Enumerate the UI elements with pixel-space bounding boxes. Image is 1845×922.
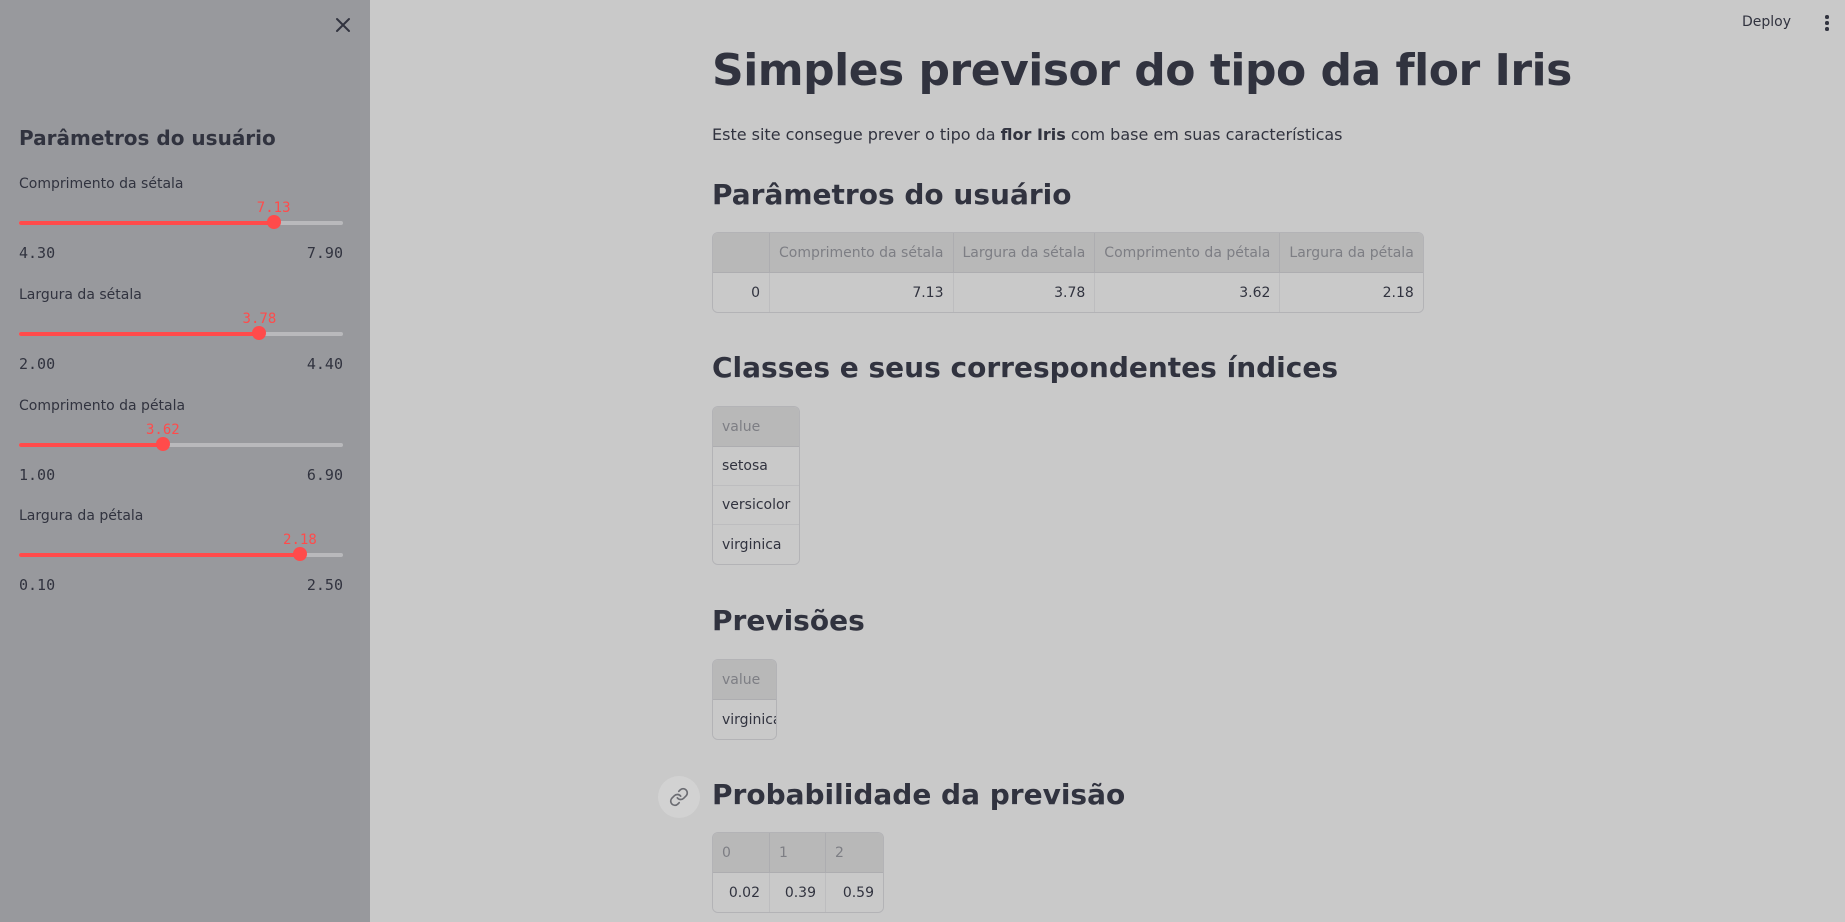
table-header[interactable]: Comprimento da sétala: [770, 233, 954, 273]
link-icon[interactable]: [658, 776, 700, 818]
params-table[interactable]: Comprimento da sétala Largura da sétala …: [712, 232, 1424, 313]
table-header[interactable]: 2: [826, 833, 883, 873]
slider-thumb[interactable]: [292, 547, 307, 561]
classes-heading: Classes e seus correspondentes índices: [712, 351, 1339, 384]
table-cell[interactable]: 0.59: [826, 873, 883, 912]
table-cell[interactable]: setosa: [713, 447, 800, 486]
slider-track[interactable]: [19, 437, 343, 451]
slider-value: 3.78: [242, 311, 277, 327]
table-row: virginica: [713, 700, 776, 739]
table-row: setosa: [713, 447, 800, 486]
table-header[interactable]: Largura da sétala: [953, 233, 1096, 273]
slider-max: 7.90: [306, 244, 343, 262]
sidebar: Parâmetros do usuário Comprimento da sét…: [0, 0, 370, 922]
intro-after: com base em suas características: [1065, 125, 1343, 144]
slider-label: Comprimento da pétala: [19, 398, 186, 414]
intro-text: Este site consegue prever o tipo da flor…: [712, 125, 1343, 144]
slider-max: 2.50: [306, 576, 343, 594]
table-header[interactable]: 0: [713, 833, 770, 873]
table-header-row: value: [713, 407, 800, 447]
slider-sepal-width[interactable]: Largura da sétala 3.78 2.00 4.40: [19, 287, 343, 387]
slider-min: 0.10: [19, 576, 56, 594]
table-cell[interactable]: 2.18: [1280, 273, 1423, 312]
predictions-heading: Previsões: [712, 604, 865, 637]
slider-min: 1.00: [19, 466, 56, 484]
slider-min: 2.00: [19, 355, 56, 373]
intro-before: Este site consegue prever o tipo da: [712, 125, 1001, 144]
slider-thumb[interactable]: [266, 215, 281, 229]
slider-value: 7.13: [256, 200, 291, 216]
table-header[interactable]: [713, 233, 770, 273]
slider-track[interactable]: [19, 326, 343, 340]
table-cell[interactable]: 0.02: [713, 873, 770, 912]
kebab-menu-icon[interactable]: [1822, 15, 1832, 35]
slider-sepal-length[interactable]: Comprimento da sétala 7.13 4.30 7.90: [19, 176, 343, 276]
slider-fill: [19, 221, 274, 225]
table-row: 0 7.13 3.78 3.62 2.18: [713, 273, 1423, 312]
table-header[interactable]: value: [713, 407, 800, 447]
intro-bold: flor Iris: [1000, 125, 1066, 144]
slider-thumb[interactable]: [155, 437, 170, 451]
table-row: 0.02 0.39 0.59: [713, 873, 883, 912]
slider-petal-width[interactable]: Largura da pétala 2.18 0.10 2.50: [19, 508, 343, 608]
probability-heading: Probabilidade da previsão: [712, 778, 1126, 811]
slider-petal-length[interactable]: Comprimento da pétala 3.62 1.00 6.90: [19, 398, 343, 498]
table-cell[interactable]: 7.13: [770, 273, 954, 312]
classes-table[interactable]: value setosa versicolor virginica: [712, 406, 801, 565]
table-header[interactable]: Largura da pétala: [1280, 233, 1423, 273]
table-cell[interactable]: 3.62: [1095, 273, 1281, 312]
slider-track[interactable]: [19, 215, 343, 229]
slider-min: 4.30: [19, 244, 56, 262]
predictions-table[interactable]: value virginica: [712, 659, 777, 740]
table-header-row: value: [713, 660, 776, 700]
slider-value: 3.62: [145, 422, 180, 438]
slider-fill: [19, 443, 163, 447]
table-cell[interactable]: virginica: [713, 525, 800, 564]
sidebar-title: Parâmetros do usuário: [19, 126, 276, 150]
slider-fill: [19, 553, 300, 557]
table-row: versicolor: [713, 486, 800, 525]
table-cell[interactable]: 3.78: [953, 273, 1096, 312]
probability-table[interactable]: 0 1 2 0.02 0.39 0.59: [712, 832, 884, 913]
table-header-row: 0 1 2: [713, 833, 883, 873]
table-header-row: Comprimento da sétala Largura da sétala …: [713, 233, 1423, 273]
params-heading: Parâmetros do usuário: [712, 178, 1072, 211]
slider-label: Largura da sétala: [19, 287, 142, 303]
slider-max: 4.40: [306, 355, 343, 373]
slider-max: 6.90: [306, 466, 343, 484]
table-cell[interactable]: 0.39: [770, 873, 826, 912]
table-header[interactable]: Comprimento da pétala: [1095, 233, 1281, 273]
slider-fill: [19, 332, 260, 336]
page-title: Simples previsor do tipo da flor Iris: [712, 45, 1572, 96]
slider-thumb[interactable]: [252, 326, 267, 340]
slider-label: Largura da pétala: [19, 508, 144, 524]
table-header[interactable]: 1: [770, 833, 826, 873]
slider-label: Comprimento da sétala: [19, 176, 184, 192]
table-cell[interactable]: versicolor: [713, 486, 800, 525]
slider-track[interactable]: [19, 547, 343, 561]
close-icon[interactable]: [332, 14, 354, 36]
table-header[interactable]: value: [713, 660, 776, 700]
table-row: virginica: [713, 525, 800, 564]
deploy-button[interactable]: Deploy: [1742, 14, 1791, 30]
table-cell[interactable]: 0: [713, 273, 770, 312]
slider-value: 2.18: [283, 532, 317, 548]
table-cell[interactable]: virginica: [713, 700, 776, 739]
